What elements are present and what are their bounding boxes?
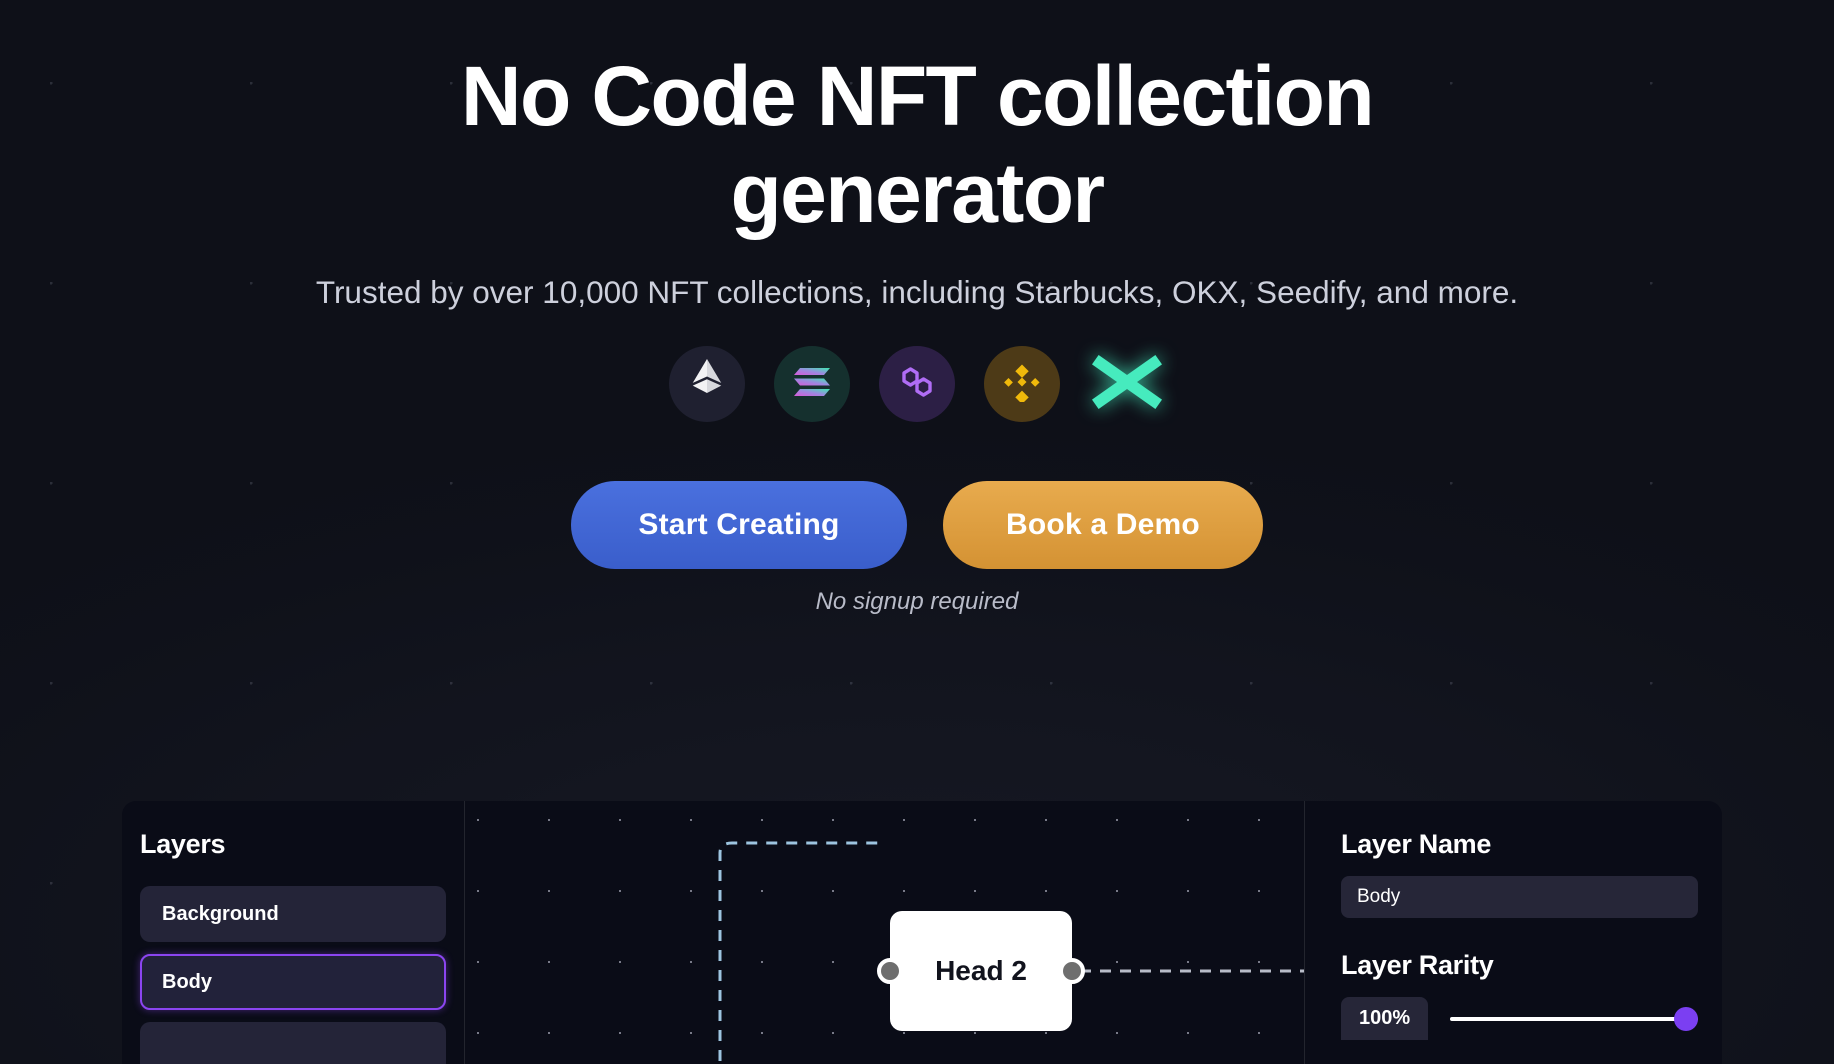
chain-badge-binance[interactable]	[984, 346, 1060, 423]
layer-item-label: Body	[162, 970, 212, 993]
page-title: No Code NFT collection generator	[460, 49, 1375, 241]
hero-subtitle: Trusted by over 10,000 NFT collections, …	[315, 273, 1519, 310]
polygon-icon	[896, 363, 938, 406]
chain-badge-polygon[interactable]	[879, 346, 955, 423]
list-item-body[interactable]: Body	[140, 954, 446, 1010]
ethereum-icon	[692, 358, 722, 410]
page-root: No Code NFT collection generator Trusted…	[0, 0, 1834, 1064]
list-item-background[interactable]: Background	[140, 886, 446, 942]
multiversx-icon	[1091, 354, 1163, 415]
list-item-partial[interactable]	[140, 1022, 446, 1064]
no-signup-note: No signup required	[815, 588, 1019, 616]
rarity-value-badge: 100%	[1341, 997, 1429, 1040]
node-graph-canvas[interactable]: Head 2	[465, 801, 1305, 1064]
layer-properties-panel: Layer Name Layer Rarity 100%	[1305, 801, 1722, 1064]
app-preview-panel: Layers Background Body Head 2 Layer Name…	[122, 801, 1722, 1064]
supported-chains-row	[0, 346, 1834, 423]
chain-badge-ethereum[interactable]	[669, 346, 745, 423]
rarity-slider-track	[1450, 1016, 1698, 1021]
cta-button-row: Start Creating Book a Demo	[0, 481, 1834, 570]
layer-name-input[interactable]	[1341, 876, 1698, 918]
layers-list: Background Body	[140, 886, 446, 1064]
graph-node-label: Head 2	[935, 955, 1027, 986]
chain-badge-solana[interactable]	[774, 346, 850, 423]
layer-name-label: Layer Name	[1341, 829, 1492, 859]
layer-rarity-label: Layer Rarity	[1341, 950, 1494, 980]
graph-node-head-2[interactable]: Head 2	[877, 911, 1085, 1031]
chain-badge-multiversx[interactable]	[1089, 346, 1165, 422]
layer-item-label: Background	[162, 902, 279, 925]
start-creating-button[interactable]: Start Creating	[571, 481, 907, 570]
solana-icon	[793, 366, 831, 403]
binance-icon	[1002, 362, 1042, 407]
rarity-slider-thumb[interactable]	[1674, 1006, 1698, 1031]
node-input-handle[interactable]	[877, 958, 903, 984]
canvas-dot-grid	[465, 801, 1304, 1064]
rarity-slider[interactable]	[1450, 1006, 1698, 1031]
book-a-demo-button[interactable]: Book a Demo	[943, 481, 1263, 570]
layer-rarity-control: 100%	[1341, 997, 1698, 1040]
layers-sidebar: Layers Background Body	[122, 801, 465, 1064]
node-output-handle[interactable]	[1059, 958, 1085, 984]
hero-section: No Code NFT collection generator Trusted…	[0, 0, 1834, 616]
layers-panel-title: Layers	[140, 829, 226, 859]
